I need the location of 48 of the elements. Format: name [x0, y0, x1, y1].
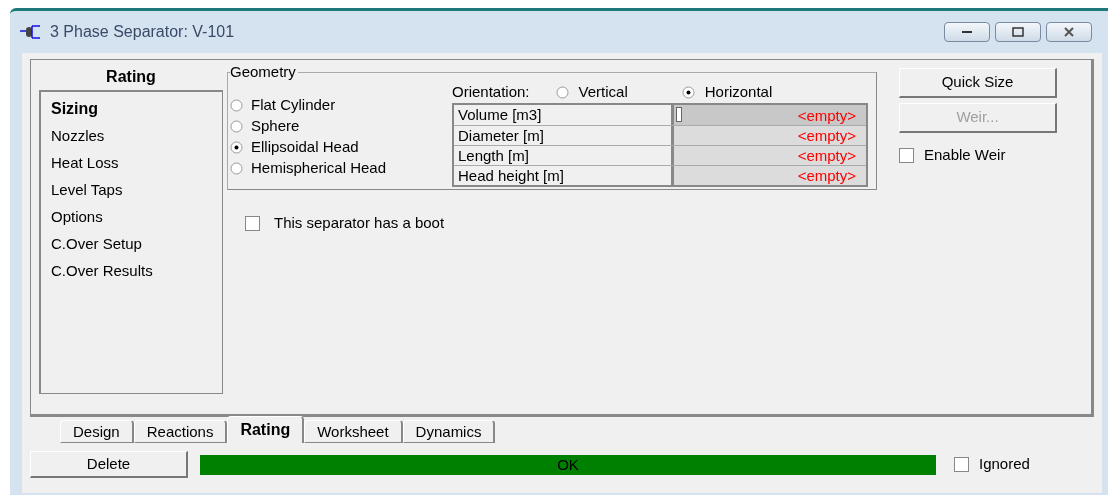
- sidebar-item[interactable]: Nozzles: [51, 122, 212, 149]
- sidebar-item[interactable]: Sizing: [51, 95, 212, 122]
- cell-value: <empty>: [797, 146, 856, 165]
- sidebar-item[interactable]: Heat Loss: [51, 149, 212, 176]
- checkbox[interactable]: [954, 457, 969, 472]
- sidebar-item[interactable]: Options: [51, 203, 212, 230]
- text-cursor: [676, 107, 682, 122]
- checkbox[interactable]: [245, 215, 260, 231]
- tab[interactable]: Reactions: [133, 420, 228, 443]
- sidebar-item[interactable]: C.Over Results: [51, 257, 212, 284]
- status-bar: OK: [200, 454, 936, 475]
- separator-icon: [20, 25, 42, 39]
- checkbox[interactable]: [899, 147, 914, 163]
- tab[interactable]: Rating: [227, 416, 305, 443]
- radio-button[interactable]: [555, 85, 569, 99]
- panel-heading: Rating: [105, 67, 157, 87]
- cell-value: <empty>: [797, 126, 856, 145]
- close-button[interactable]: [1046, 22, 1092, 42]
- sidebar-item[interactable]: C.Over Setup: [51, 230, 212, 257]
- radio-button[interactable]: [230, 141, 243, 154]
- radio-label[interactable]: Flat Cylinder: [251, 94, 336, 117]
- minimize-icon: [962, 30, 972, 34]
- checkbox-label[interactable]: Ignored: [979, 453, 1030, 476]
- tab[interactable]: Dynamics: [402, 420, 496, 443]
- radio-button[interactable]: [230, 120, 243, 133]
- orientation-label: Orientation:: [452, 81, 530, 102]
- cell-value: <empty>: [797, 105, 856, 125]
- tab[interactable]: Worksheet: [304, 420, 403, 443]
- radio-button[interactable]: [681, 85, 695, 99]
- maximize-button[interactable]: [995, 22, 1041, 42]
- cell-value: <empty>: [797, 166, 856, 185]
- window-title: 3 Phase Separator: V-101: [50, 22, 235, 42]
- radio-label[interactable]: Horizontal: [704, 80, 773, 104]
- radio-button[interactable]: [230, 162, 243, 175]
- checkbox-label[interactable]: This separator has a boot: [274, 212, 445, 235]
- radio-label[interactable]: Sphere: [251, 115, 300, 138]
- close-icon: [1063, 27, 1075, 37]
- minimize-button[interactable]: [944, 22, 990, 42]
- radio-button[interactable]: [230, 99, 243, 112]
- action-button[interactable]: Quick Size: [899, 68, 1057, 98]
- tab[interactable]: Design: [60, 420, 134, 443]
- radio-label[interactable]: Hemispherical Head: [251, 157, 387, 180]
- sidebar-item[interactable]: Level Taps: [51, 176, 212, 203]
- radio-label[interactable]: Ellipsoidal Head: [251, 136, 359, 159]
- delete-button[interactable]: Delete: [30, 451, 188, 478]
- maximize-icon: [1012, 27, 1024, 37]
- radio-label[interactable]: Vertical: [578, 80, 628, 104]
- checkbox-label[interactable]: Enable Weir: [924, 144, 1006, 167]
